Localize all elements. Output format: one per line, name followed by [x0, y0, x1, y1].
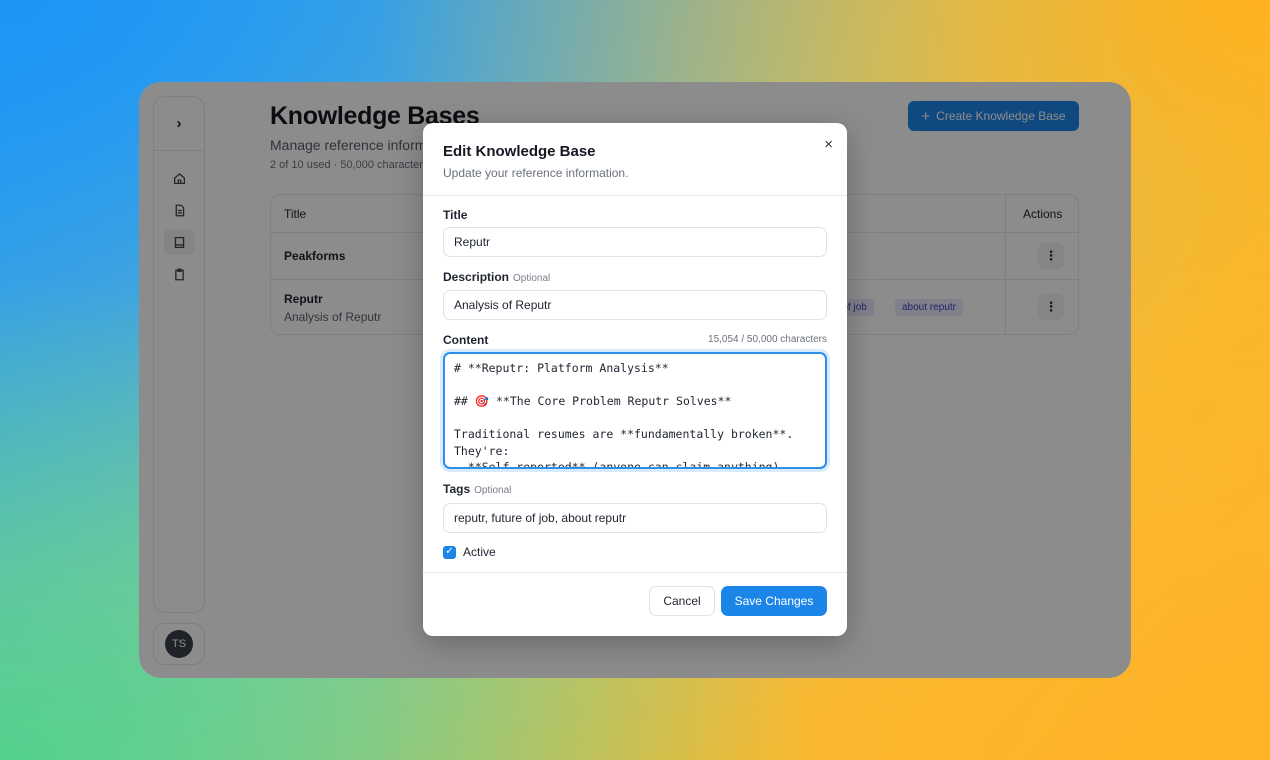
dialog-title: Edit Knowledge Base	[443, 143, 596, 160]
divider	[423, 195, 847, 196]
edit-knowledge-base-dialog: × Edit Knowledge Base Update your refere…	[423, 123, 847, 636]
active-checkbox[interactable]: ✓	[443, 545, 456, 559]
close-icon[interactable]: ×	[824, 136, 833, 153]
description-input[interactable]	[443, 290, 827, 320]
content-textarea[interactable]: # **Reputr: Platform Analysis** ## 🎯 **T…	[443, 352, 827, 469]
checkmark-icon: ✓	[445, 546, 454, 557]
content-label-text: Content	[443, 333, 489, 347]
optional-hint: Optional	[513, 273, 551, 284]
active-toggle[interactable]: ✓ Active	[443, 545, 496, 559]
description-label-text: Description	[443, 270, 510, 284]
content-field-label: Content	[443, 333, 488, 347]
save-changes-button[interactable]: Save Changes	[721, 586, 827, 616]
character-count: 15,054 / 50,000 characters	[708, 334, 827, 345]
title-input[interactable]	[443, 227, 827, 257]
title-field-label: Title	[443, 208, 467, 222]
dialog-subtitle: Update your reference information.	[443, 166, 629, 180]
active-label: Active	[463, 545, 496, 559]
tags-field-label: Tags Optional	[443, 482, 511, 496]
cancel-button[interactable]: Cancel	[649, 586, 715, 616]
title-label-text: Title	[443, 208, 468, 222]
tags-input[interactable]	[443, 503, 827, 533]
optional-hint: Optional	[474, 485, 512, 496]
description-field-label: Description Optional	[443, 270, 550, 284]
divider	[423, 572, 847, 573]
tags-label-text: Tags	[443, 482, 471, 496]
